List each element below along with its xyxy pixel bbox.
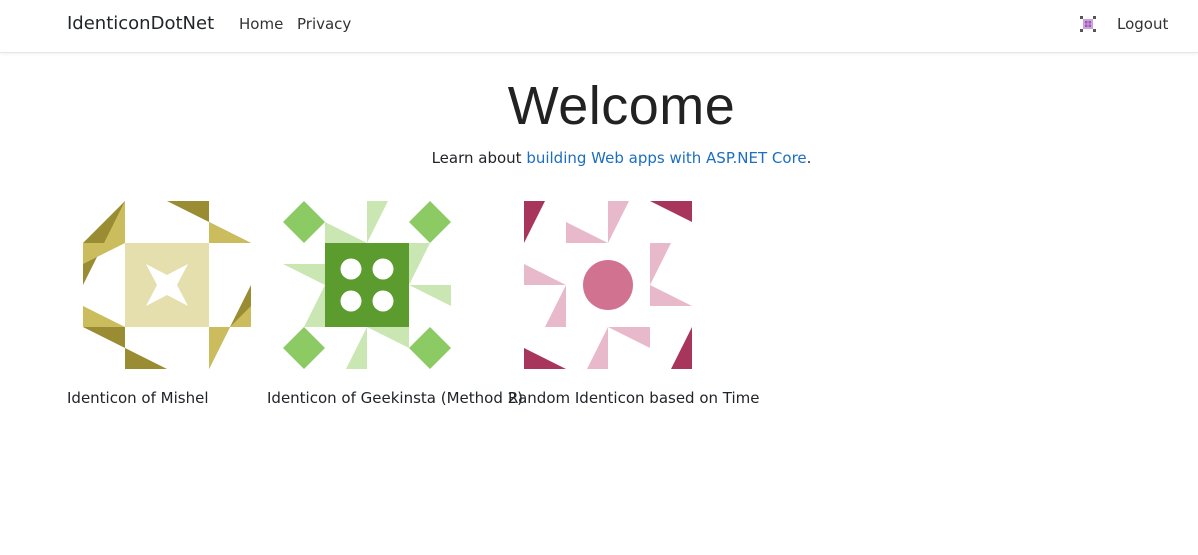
lead-suffix: . xyxy=(806,149,812,167)
avatar-identicon-svg xyxy=(1080,16,1096,32)
page-title: Welcome xyxy=(507,76,736,136)
identicon-random-time xyxy=(524,201,692,369)
nav-privacy-link[interactable]: Privacy xyxy=(297,14,351,34)
identicon-geekinsta-icon xyxy=(283,201,451,369)
aspnet-docs-link[interactable]: building Web apps with ASP.NET Core xyxy=(526,149,806,167)
logout-link[interactable]: Logout xyxy=(1117,14,1168,34)
caption-geekinsta: Identicon of Geekinsta (Method 2) xyxy=(267,389,524,407)
caption-mishel: Identicon of Mishel xyxy=(67,389,209,407)
identicon-random-time-icon xyxy=(524,201,692,369)
lead-prefix: Learn about xyxy=(431,149,527,167)
identicon-geekinsta xyxy=(283,201,451,369)
identicon-mishel xyxy=(83,201,251,369)
identicon-mishel-icon xyxy=(83,201,251,369)
brand-link[interactable]: IdenticonDotNet xyxy=(67,12,214,36)
identicon-avatar-icon[interactable] xyxy=(1078,14,1098,34)
lead-text: Learn about building Web apps with ASP.N… xyxy=(0,148,1198,168)
top-navbar: IdenticonDotNet Home Privacy Logout xyxy=(0,0,1198,53)
caption-random-time: Random Identicon based on Time xyxy=(508,389,760,407)
nav-home-link[interactable]: Home xyxy=(239,14,283,34)
